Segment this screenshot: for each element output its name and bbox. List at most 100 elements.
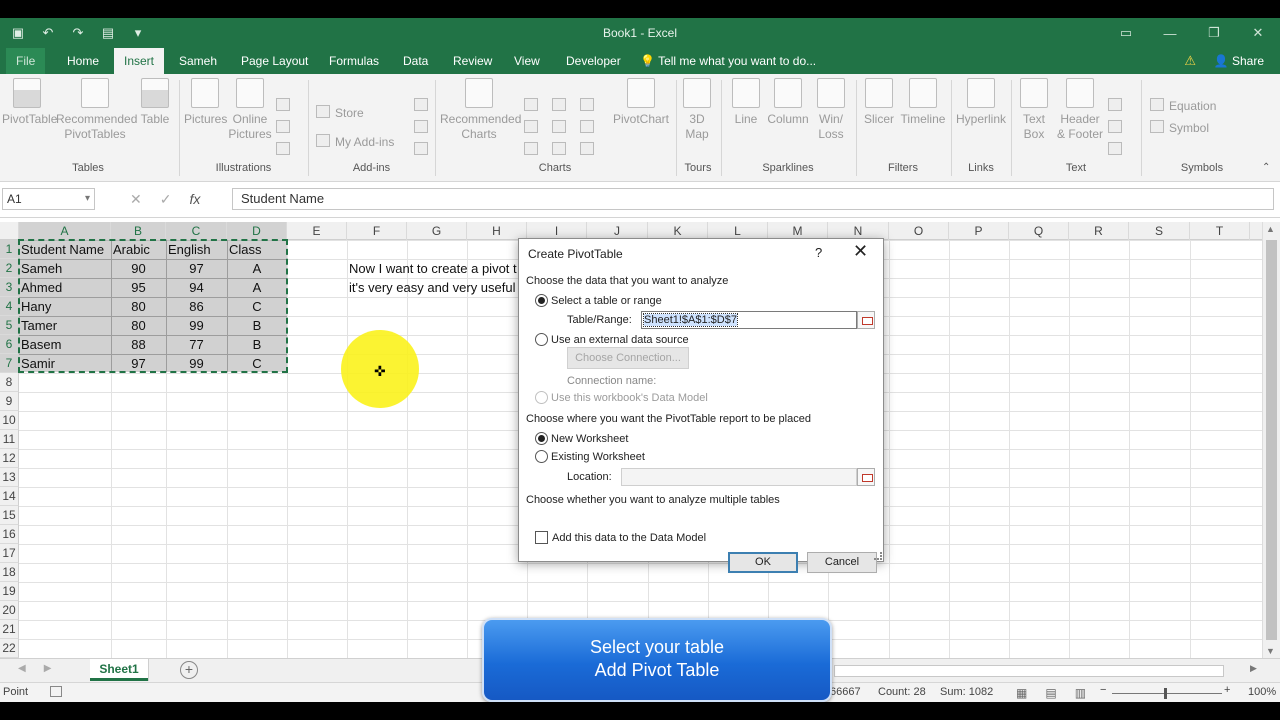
data-cell[interactable]: 97 [166, 259, 227, 278]
data-cell[interactable]: C [227, 354, 287, 373]
customize-qat-icon[interactable]: ▾ [128, 23, 148, 43]
normal-view-icon[interactable]: ▦ [1016, 686, 1027, 700]
zoom-in-icon[interactable]: + [1224, 684, 1230, 696]
symbol-button[interactable]: Symbol [1150, 120, 1209, 135]
pie-chart-icon[interactable] [524, 142, 543, 157]
combo-chart-icon[interactable] [580, 142, 599, 157]
recommended-pivottables-button[interactable]: Recommended PivotTables [56, 78, 137, 142]
row-header-7[interactable]: 7 [0, 354, 19, 373]
dialog-close-button[interactable]: ✕ [853, 241, 868, 262]
data-cell[interactable]: A [227, 259, 287, 278]
column-header-d[interactable]: D [227, 222, 287, 240]
horizontal-scrollbar[interactable] [834, 665, 1224, 677]
sheet-nav-icons[interactable]: ◀▶ [18, 663, 69, 674]
column-chart-icon[interactable] [524, 98, 543, 113]
timeline-button[interactable]: Timeline [898, 78, 948, 127]
wordart-icon[interactable] [1108, 98, 1127, 113]
row-header-16[interactable]: 16 [0, 525, 19, 544]
location-picker-icon[interactable] [857, 468, 875, 486]
tab-view[interactable]: View [504, 48, 550, 74]
radio-data-model[interactable]: Use this workbook's Data Model [535, 391, 708, 405]
store-button[interactable]: Store [316, 105, 364, 120]
column-header-a[interactable]: A [19, 222, 111, 240]
note-line-1[interactable]: Now I want to create a pivot t [349, 261, 517, 276]
location-input[interactable] [621, 468, 857, 486]
tab-formulas[interactable]: Formulas [319, 48, 389, 74]
recommended-charts-button[interactable]: Recommended Charts [440, 78, 521, 142]
tab-insert[interactable]: Insert [114, 48, 165, 74]
header-footer-button[interactable]: Header & Footer [1054, 78, 1106, 142]
tab-home[interactable]: Home [57, 48, 109, 74]
data-cell[interactable]: Tamer [19, 316, 111, 335]
data-cell[interactable]: 94 [166, 278, 227, 297]
insert-function-icon[interactable]: fx [189, 188, 200, 210]
hierarchy-chart-icon[interactable] [552, 98, 571, 113]
row-header-9[interactable]: 9 [0, 392, 19, 411]
slicer-button[interactable]: Slicer [860, 78, 898, 127]
undo-icon[interactable]: ↶ [38, 23, 58, 43]
row-header-5[interactable]: 5 [0, 316, 19, 335]
choose-connection-button[interactable]: Choose Connection... [567, 347, 689, 369]
sheet-tab-sheet1[interactable]: Sheet1 [90, 659, 148, 681]
zoom-out-icon[interactable]: − [1100, 684, 1106, 696]
enter-icon[interactable]: ✓ [160, 188, 172, 210]
data-cell[interactable]: Ahmed [19, 278, 111, 297]
resize-grip[interactable] [874, 552, 882, 560]
add-sheet-icon[interactable]: + [180, 661, 198, 679]
row-header-17[interactable]: 17 [0, 544, 19, 563]
column-header-q[interactable]: Q [1009, 222, 1069, 240]
radio-select-table[interactable]: Select a table or range [535, 294, 662, 308]
column-header-t[interactable]: T [1190, 222, 1250, 240]
statistic-chart-icon[interactable] [552, 120, 571, 135]
vertical-scrollbar[interactable]: ▲ ▼ [1262, 222, 1280, 658]
data-cell[interactable]: A [227, 278, 287, 297]
row-header-13[interactable]: 13 [0, 468, 19, 487]
text-box-button[interactable]: Text Box [1016, 78, 1052, 142]
row-header-4[interactable]: 4 [0, 297, 19, 316]
scatter-chart-icon[interactable] [580, 120, 599, 135]
macro-record-icon[interactable] [50, 686, 62, 697]
note-line-2[interactable]: it's very easy and very useful [349, 280, 516, 295]
range-picker-icon[interactable] [857, 311, 875, 329]
zoom-level[interactable]: 100% [1248, 686, 1276, 698]
data-cell[interactable]: 77 [166, 335, 227, 354]
select-all-corner[interactable] [0, 222, 19, 240]
page-break-view-icon[interactable]: ▥ [1075, 686, 1086, 700]
row-header-6[interactable]: 6 [0, 335, 19, 354]
share-button[interactable]: 👤 Share [1214, 48, 1264, 74]
row-header-3[interactable]: 3 [0, 278, 19, 297]
warning-icon[interactable]: ⚠ [1184, 53, 1196, 69]
data-cell[interactable]: Basem [19, 335, 111, 354]
column-header-c[interactable]: C [166, 222, 227, 240]
smartart-icon[interactable] [276, 120, 295, 135]
radio-external-source[interactable]: Use an external data source [535, 333, 689, 347]
column-header-f[interactable]: F [347, 222, 407, 240]
vertical-scroll-thumb[interactable] [1266, 240, 1277, 640]
table-range-input[interactable]: Sheet1!$A$1:$D$7 [641, 311, 857, 329]
waterfall-chart-icon[interactable] [552, 142, 571, 157]
data-cell[interactable]: 95 [111, 278, 166, 297]
screenshot-icon[interactable] [276, 142, 295, 157]
row-header-15[interactable]: 15 [0, 506, 19, 525]
row-header-8[interactable]: 8 [0, 373, 19, 392]
data-cell[interactable]: 80 [111, 316, 166, 335]
scroll-right-icon[interactable]: ▶ [1250, 663, 1257, 674]
sparkline-winloss-button[interactable]: Win/ Loss [812, 78, 850, 142]
row-header-10[interactable]: 10 [0, 411, 19, 430]
people-graph-icon[interactable] [414, 120, 433, 135]
pictures-button[interactable]: Pictures [184, 78, 227, 127]
data-cell[interactable]: 99 [166, 316, 227, 335]
data-cell[interactable]: Hany [19, 297, 111, 316]
data-cell[interactable]: B [227, 335, 287, 354]
row-header-12[interactable]: 12 [0, 449, 19, 468]
data-cell[interactable]: Samir [19, 354, 111, 373]
restore-icon[interactable]: ❐ [1192, 18, 1236, 48]
collapse-ribbon-icon[interactable]: ⌃ [1262, 162, 1270, 173]
row-header-1[interactable]: 1 [0, 240, 19, 259]
add-to-data-model-checkbox[interactable]: Add this data to the Data Model [535, 531, 706, 545]
column-header-o[interactable]: O [889, 222, 949, 240]
radio-existing-worksheet[interactable]: Existing Worksheet [535, 450, 645, 464]
minimize-icon[interactable]: — [1148, 18, 1192, 48]
cancel-button[interactable]: Cancel [807, 552, 877, 573]
tab-review[interactable]: Review [443, 48, 502, 74]
